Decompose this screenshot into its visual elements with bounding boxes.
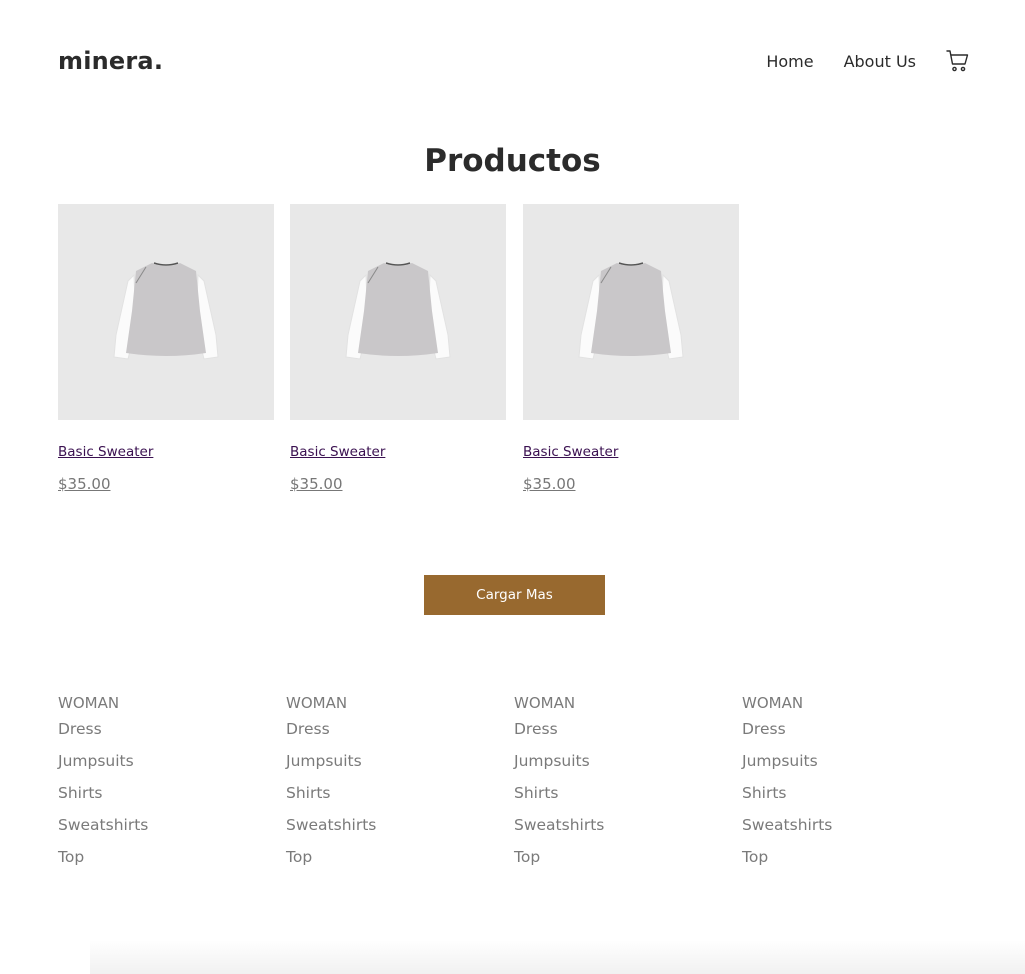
product-card[interactable]: Basic Sweater $35.00 bbox=[523, 204, 739, 493]
logo[interactable]: minera. bbox=[58, 47, 163, 75]
footer-column-heading: WOMAN bbox=[742, 694, 804, 712]
site-header: minera. Home About Us bbox=[58, 44, 970, 78]
footer-link[interactable]: Shirts bbox=[514, 781, 714, 813]
footer-link-list: Dress Jumpsuits Shirts Sweatshirts Top bbox=[58, 717, 258, 877]
footer-link-list: Dress Jumpsuits Shirts Sweatshirts Top bbox=[742, 717, 942, 877]
footer-link-list: Dress Jumpsuits Shirts Sweatshirts Top bbox=[286, 717, 486, 877]
main-nav: Home About Us bbox=[766, 49, 970, 73]
footer-link[interactable]: Shirts bbox=[742, 781, 942, 813]
bottom-fade bbox=[90, 940, 1025, 974]
footer-link[interactable]: Jumpsuits bbox=[286, 749, 486, 781]
footer-column-heading: WOMAN bbox=[58, 694, 120, 712]
footer-column: WOMAN Dress Jumpsuits Shirts Sweatshirts… bbox=[58, 693, 258, 877]
footer-column: WOMAN Dress Jumpsuits Shirts Sweatshirts… bbox=[742, 693, 942, 877]
product-price[interactable]: $35.00 bbox=[290, 475, 506, 493]
footer-link[interactable]: Shirts bbox=[58, 781, 258, 813]
footer-link[interactable]: Jumpsuits bbox=[742, 749, 942, 781]
footer-link-list: Dress Jumpsuits Shirts Sweatshirts Top bbox=[514, 717, 714, 877]
product-name-link[interactable]: Basic Sweater bbox=[58, 444, 274, 460]
product-price[interactable]: $35.00 bbox=[523, 475, 739, 493]
footer-link[interactable]: Jumpsuits bbox=[58, 749, 258, 781]
footer-link[interactable]: Sweatshirts bbox=[742, 813, 942, 845]
nav-home-link[interactable]: Home bbox=[766, 52, 813, 71]
footer-link[interactable]: Dress bbox=[742, 717, 942, 749]
product-name-link[interactable]: Basic Sweater bbox=[290, 444, 506, 460]
product-image[interactable] bbox=[523, 204, 739, 420]
footer-column-heading: WOMAN bbox=[514, 694, 576, 712]
nav-about-link[interactable]: About Us bbox=[844, 52, 916, 71]
footer-link[interactable]: Dress bbox=[286, 717, 486, 749]
footer-link[interactable]: Sweatshirts bbox=[58, 813, 258, 845]
footer-link[interactable]: Dress bbox=[514, 717, 714, 749]
footer-column-heading: WOMAN bbox=[286, 694, 348, 712]
footer-column: WOMAN Dress Jumpsuits Shirts Sweatshirts… bbox=[286, 693, 486, 877]
product-card[interactable]: Basic Sweater $35.00 bbox=[58, 204, 274, 493]
footer-link[interactable]: Top bbox=[514, 845, 714, 877]
product-card[interactable]: Basic Sweater $35.00 bbox=[290, 204, 506, 493]
load-more-button[interactable]: Cargar Mas bbox=[424, 575, 605, 615]
product-price[interactable]: $35.00 bbox=[58, 475, 274, 493]
footer-link[interactable]: Top bbox=[286, 845, 486, 877]
footer-link[interactable]: Shirts bbox=[286, 781, 486, 813]
footer-link[interactable]: Sweatshirts bbox=[286, 813, 486, 845]
footer-link[interactable]: Dress bbox=[58, 717, 258, 749]
cart-icon[interactable] bbox=[946, 49, 970, 73]
footer-column: WOMAN Dress Jumpsuits Shirts Sweatshirts… bbox=[514, 693, 714, 877]
product-image[interactable] bbox=[58, 204, 274, 420]
footer-link[interactable]: Top bbox=[58, 845, 258, 877]
product-image[interactable] bbox=[290, 204, 506, 420]
product-name-link[interactable]: Basic Sweater bbox=[523, 444, 739, 460]
page-title: Productos bbox=[424, 143, 601, 179]
footer-link[interactable]: Sweatshirts bbox=[514, 813, 714, 845]
footer-link[interactable]: Top bbox=[742, 845, 942, 877]
footer-link[interactable]: Jumpsuits bbox=[514, 749, 714, 781]
